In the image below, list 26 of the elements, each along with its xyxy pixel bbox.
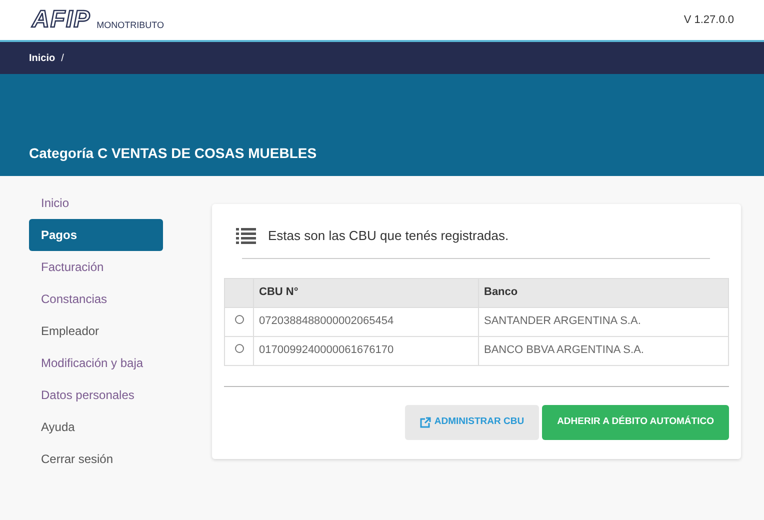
sidebar-item[interactable]: Facturación <box>29 251 163 283</box>
sidebar-item[interactable]: Modificación y baja <box>29 347 163 379</box>
external-link-icon <box>420 416 432 428</box>
radio-button[interactable] <box>234 344 244 354</box>
column-header: Banco <box>478 278 728 307</box>
list-icon <box>236 228 256 244</box>
radio-button[interactable] <box>234 315 244 324</box>
panel-heading: Estas son las CBU que tenés registradas. <box>268 227 509 245</box>
version-label: V 1.27.0.0 <box>684 12 734 28</box>
sidebar-item[interactable]: Empleador <box>29 315 163 347</box>
table-cell: SANTANDER ARGENTINA S.A. <box>478 307 728 336</box>
table-cell: BANCO BBVA ARGENTINA S.A. <box>478 336 728 365</box>
product-name: MONOTRIBUTO <box>96 18 164 32</box>
sidebar-item[interactable]: Ayuda <box>29 411 163 443</box>
page-title: Categoría C VENTAS DE COSAS MUEBLES <box>29 145 317 162</box>
sidebar-item[interactable]: Inicio <box>29 187 163 219</box>
table-cell: 0170099240000061676170 <box>254 336 478 365</box>
sidebar-item[interactable]: Pagos <box>29 219 163 251</box>
table-cell: 0720388488000002065454 <box>254 307 478 336</box>
sidebar-item[interactable]: Cerrar sesión <box>29 443 163 475</box>
breadcrumb-link[interactable]: Inicio <box>29 50 56 66</box>
breadcrumb-separator: / <box>61 52 64 66</box>
column-header: CBU N° <box>254 278 478 307</box>
logo: AFIP <box>32 8 91 32</box>
sidebar-item[interactable]: Datos personales <box>29 379 163 411</box>
sidebar-item[interactable]: Constancias <box>29 283 163 315</box>
